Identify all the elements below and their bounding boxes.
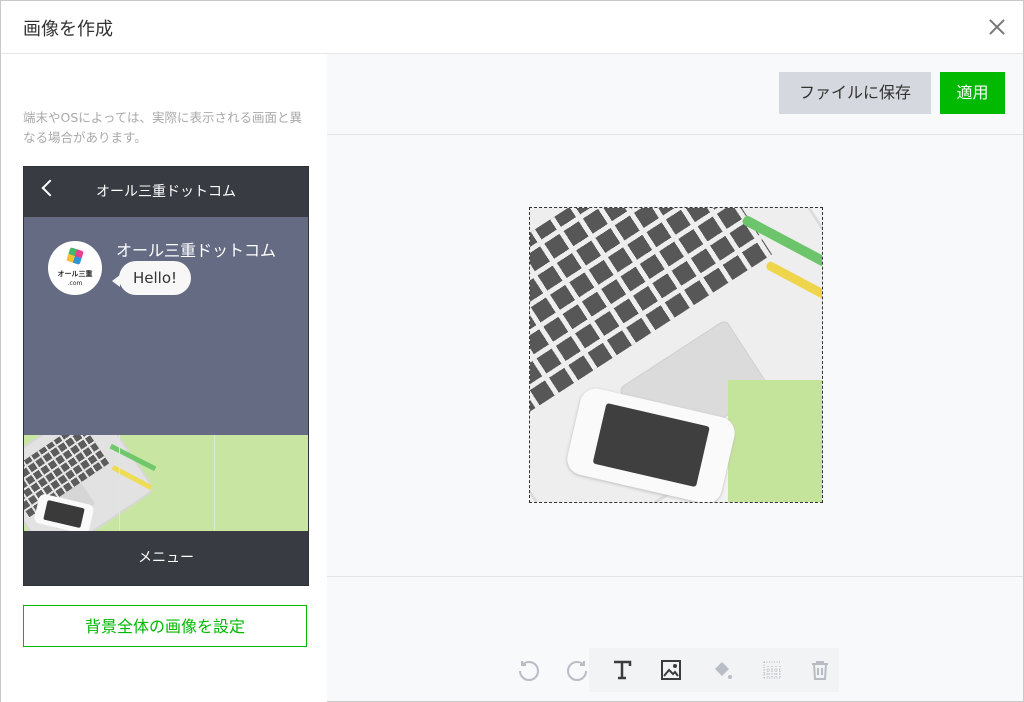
green-background <box>728 380 822 502</box>
phone-header: オール三重ドットコム <box>24 167 308 217</box>
menu-divider <box>214 435 215 531</box>
apply-button[interactable]: 適用 <box>940 72 1005 114</box>
canvas-area <box>327 135 1023 577</box>
menu-divider <box>119 435 120 531</box>
chat-preview: オール三重 .com オール三重ドットコム Hello! <box>24 217 308 435</box>
save-to-file-button[interactable]: ファイルに保存 <box>779 72 931 114</box>
image-icon[interactable] <box>656 655 686 685</box>
account-name: オール三重ドットコム <box>96 184 236 200</box>
avatar-logo-text: オール三重 <box>57 270 93 278</box>
undo-icon[interactable] <box>515 655 545 685</box>
editor-panel: ファイルに保存 適用 <box>327 54 1023 701</box>
sender-name: オール三重ドットコム <box>116 241 277 260</box>
grid-icon[interactable] <box>757 655 787 685</box>
editor-topbar: ファイルに保存 適用 <box>327 54 1023 135</box>
preview-panel: 端末やOSによっては、実際に表示される画面と異なる場合があります。 オール三重ド… <box>1 54 327 702</box>
image-canvas[interactable] <box>529 207 823 503</box>
message-bubble: Hello! <box>111 261 192 295</box>
phone-preview: オール三重ドットコム オール三重 .com オール三重ドットコム Hello! <box>23 166 309 586</box>
avatar-logo-subtext: .com <box>67 280 83 287</box>
avatar: オール三重 .com <box>48 241 102 295</box>
dialog-header: 画像を作成 <box>1 1 1023 54</box>
text-icon[interactable] <box>607 655 637 685</box>
redo-icon[interactable] <box>561 655 591 685</box>
set-background-image-button[interactable]: 背景全体の画像を設定 <box>23 605 307 647</box>
menu-bar[interactable]: メニュー <box>24 531 308 585</box>
logo-mark-icon <box>66 247 84 265</box>
display-note: 端末やOSによっては、実際に表示される画面と異なる場合があります。 <box>23 110 303 145</box>
trash-icon[interactable] <box>805 655 835 685</box>
rich-menu-preview <box>24 435 308 531</box>
editing-toolbar <box>327 577 1023 701</box>
fill-icon[interactable] <box>707 655 737 685</box>
close-icon[interactable] <box>987 17 1007 37</box>
image-create-dialog: 画像を作成 端末やOSによっては、実際に表示される画面と異なる場合があります。 … <box>0 0 1024 702</box>
dialog-title: 画像を作成 <box>23 19 113 40</box>
